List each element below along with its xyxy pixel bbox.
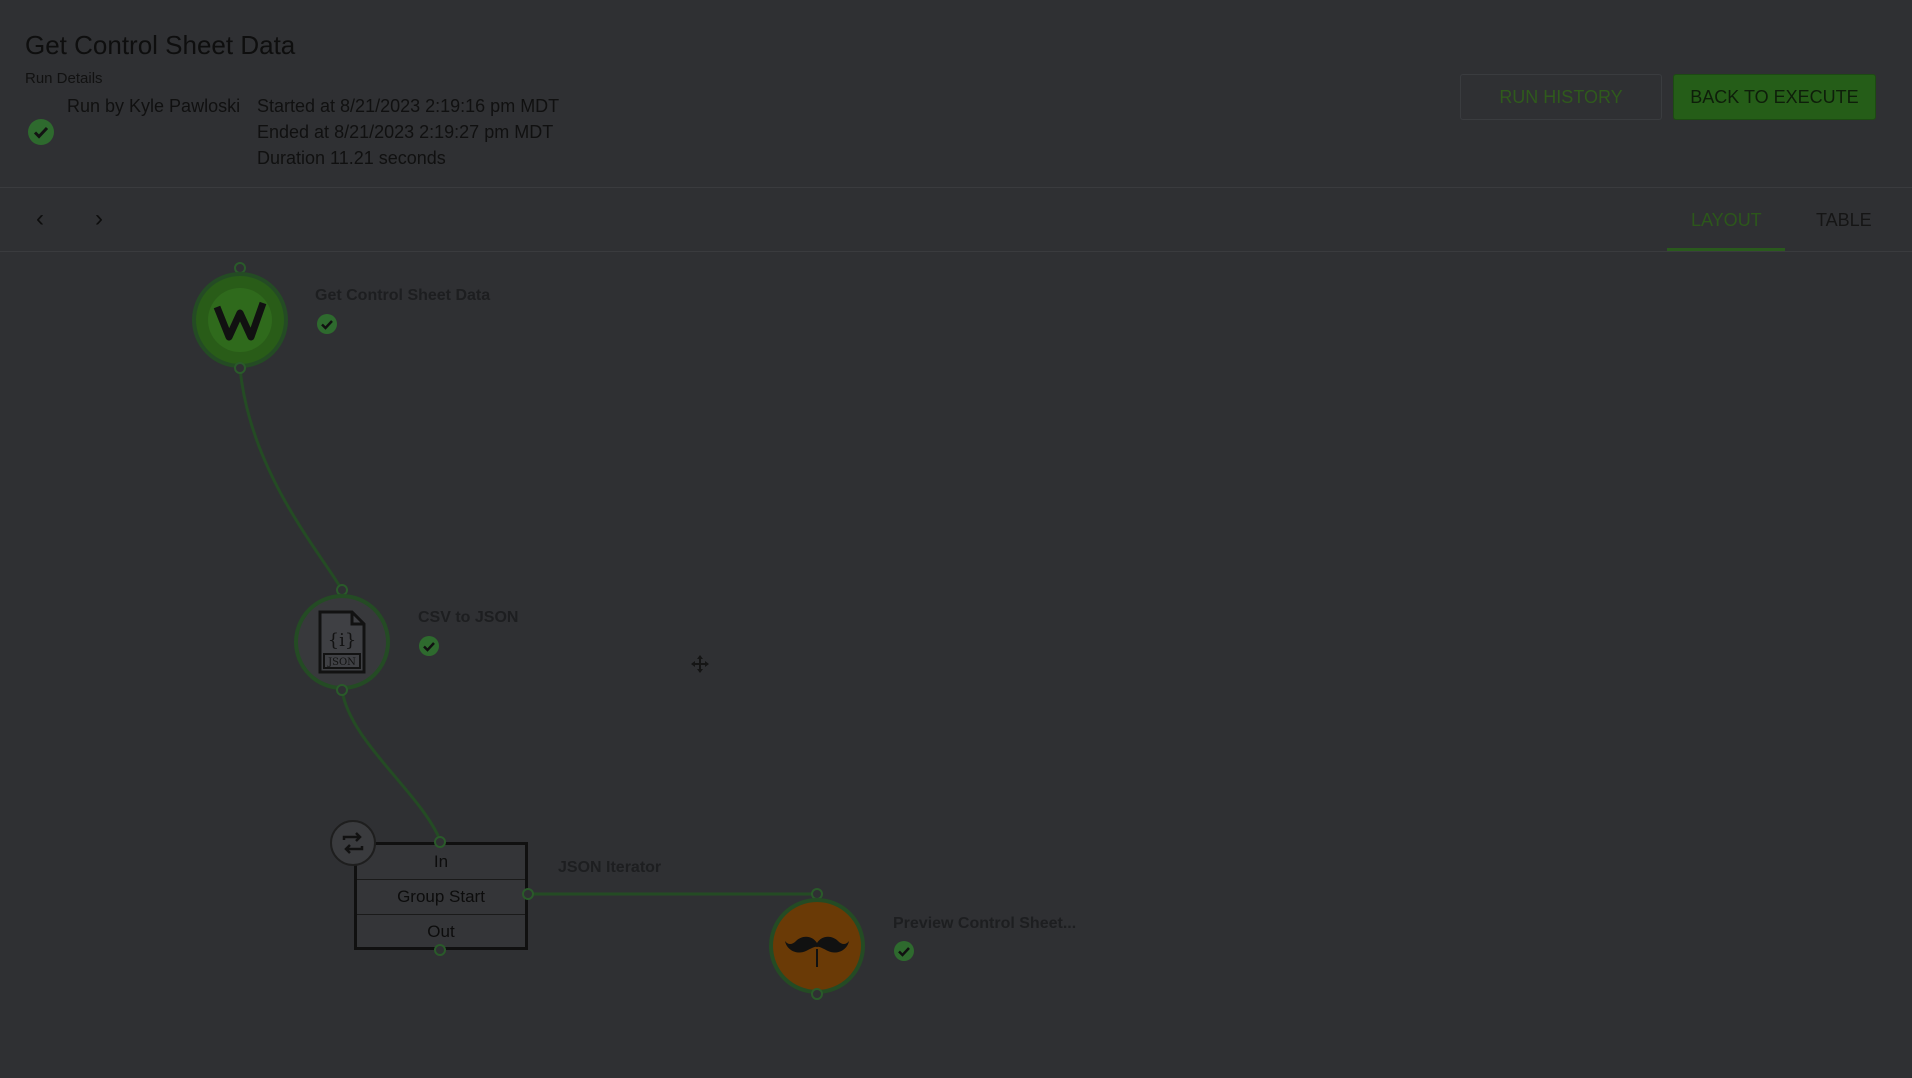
json-iterator-node[interactable]: In Group Start Out (354, 842, 528, 950)
started-at-text: Started at 8/21/2023 2:19:16 pm MDT (257, 96, 560, 116)
check-circle-icon (28, 119, 54, 145)
connections-layer (238, 367, 817, 896)
prev-arrow-icon[interactable]: ‹ (36, 205, 44, 233)
duration-text: Duration 11.21 seconds (257, 148, 446, 168)
edge-csv-to-iterator (340, 689, 442, 841)
page-title: Get Control Sheet Data (25, 30, 296, 60)
json-file-icon: {i} JSON (318, 610, 366, 674)
output-port[interactable] (336, 684, 348, 696)
output-port[interactable] (234, 362, 246, 374)
run-history-button[interactable]: RUN HISTORY (1460, 74, 1662, 120)
preview-control-sheet-node[interactable] (769, 898, 865, 994)
edge-get-to-csv (238, 367, 344, 591)
header-divider (0, 187, 1912, 188)
csv-to-json-node[interactable]: {i} JSON (294, 594, 390, 690)
drag-cursor-icon (691, 655, 709, 673)
back-to-execute-button[interactable]: BACK TO EXECUTE (1673, 74, 1876, 120)
success-check-icon (317, 314, 337, 334)
run-details-label: Run Details (25, 70, 103, 87)
workflow-canvas[interactable]: Get Control Sheet Data {i} JSON CSV to J… (0, 252, 1912, 1078)
loop-icon (330, 820, 376, 866)
tab-layout[interactable]: LAYOUT (1691, 210, 1762, 231)
run-details-page: Get Control Sheet Data Run Details Run b… (0, 0, 1912, 1078)
node-label-preview: Preview Control Sheet... (893, 915, 1077, 932)
success-check-icon (894, 941, 914, 961)
input-port[interactable] (434, 836, 446, 848)
svg-text:JSON: JSON (327, 657, 356, 668)
node-label-get-control: Get Control Sheet Data (315, 287, 491, 304)
ended-at-text: Ended at 8/21/2023 2:19:27 pm MDT (257, 122, 554, 142)
workiva-w-icon (208, 288, 272, 352)
get-control-sheet-node[interactable] (192, 272, 288, 368)
success-check-icon (419, 636, 439, 656)
output-port[interactable] (811, 988, 823, 1000)
output-port[interactable] (522, 888, 534, 900)
node-label-json-iterator: JSON Iterator (558, 859, 662, 876)
tab-table[interactable]: TABLE (1816, 210, 1872, 231)
output-port[interactable] (434, 944, 446, 956)
next-arrow-icon[interactable]: › (95, 205, 103, 233)
mustache-icon (785, 936, 849, 967)
iterator-row-in[interactable]: In (357, 845, 525, 880)
iterator-row-group-start[interactable]: Group Start (357, 880, 525, 915)
svg-text:{i}: {i} (328, 630, 357, 651)
run-by-text: Run by Kyle Pawloski (67, 96, 241, 116)
node-label-csv-to-json: CSV to JSON (418, 609, 519, 626)
